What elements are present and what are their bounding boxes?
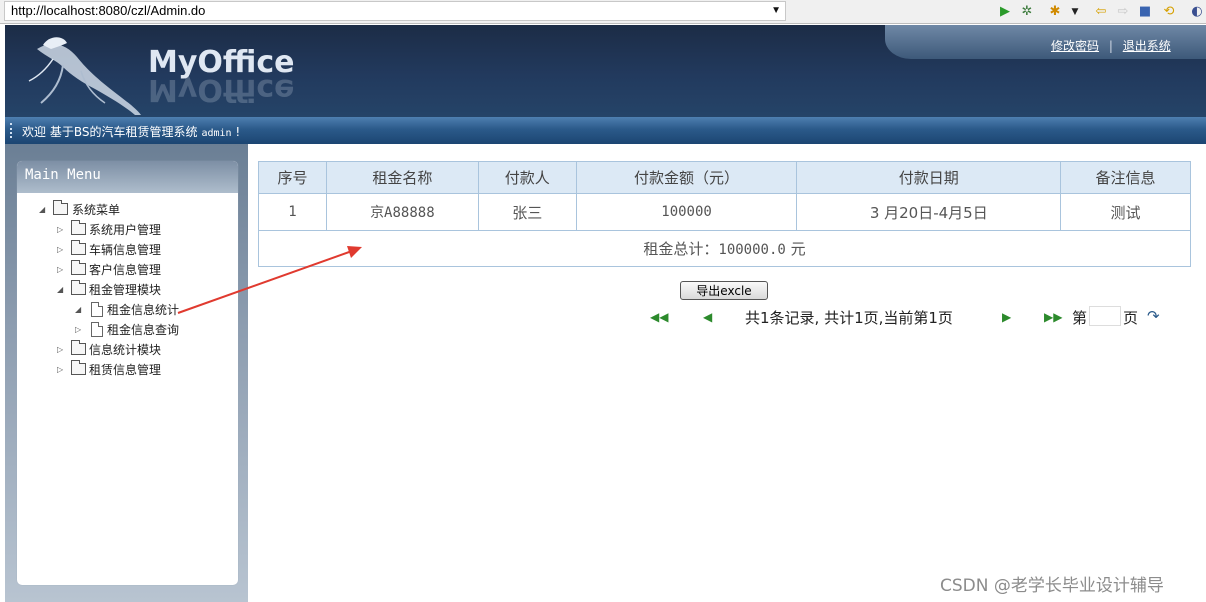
table-row: 1 京A88888 张三 100000 3 月20日-4月5日 测试 [258, 193, 1191, 231]
folder-icon [71, 220, 86, 235]
run-icon[interactable]: ▶ [996, 2, 1014, 22]
folder-icon [71, 240, 86, 255]
watermark: CSDN @老学长毕业设计辅导 [940, 576, 1164, 596]
sidebar-item-label: 客户信息管理 [89, 263, 162, 277]
folder-icon [71, 260, 86, 275]
sidebar-item-label: 信息统计模块 [89, 343, 162, 357]
column-header: 付款人 [477, 161, 577, 194]
sidebar-item-label: 租金信息统计 [107, 303, 180, 317]
browser-toolbar: http://localhost:8080/czl/Admin.do ▼ ▶ ✲… [0, 0, 1206, 24]
table-header-row: 序号 租金名称 付款人 付款金额（元） 付款日期 备注信息 [258, 161, 1191, 194]
cell-date: 3 月20日-4月5日 [796, 193, 1062, 231]
sidebar-item-label: 租赁信息管理 [89, 363, 162, 377]
page-suffix: 页 [1123, 309, 1139, 327]
export-excel-button[interactable]: 导出excle [680, 281, 768, 300]
header-links: 修改密码 | 退出系统 [1051, 37, 1171, 54]
address-bar[interactable]: http://localhost:8080/czl/Admin.do ▼ [4, 1, 786, 21]
document-icon [91, 322, 103, 337]
sidebar-item-label: 车辆信息管理 [89, 243, 162, 257]
page-number-input[interactable] [1089, 306, 1121, 326]
sync-icon[interactable]: ⟲ [1160, 2, 1178, 22]
sidebar-item-label: 系统用户管理 [89, 223, 162, 237]
folder-icon [71, 360, 86, 375]
collapsed-toggle-icon[interactable]: ▷ [57, 341, 67, 359]
previous-page-icon[interactable]: ◀ [703, 310, 712, 324]
expanded-toggle-icon[interactable]: ◢ [75, 301, 85, 319]
stop-icon[interactable]: ■ [1136, 2, 1154, 22]
grip-icon [10, 123, 14, 138]
cell-number: 1 [258, 193, 327, 231]
go-page-icon[interactable]: ↷ [1147, 307, 1160, 325]
cell-name: 京A88888 [325, 193, 479, 231]
total-unit: 元 [790, 240, 806, 258]
eclipse-icon[interactable]: ◐ [1188, 2, 1206, 22]
total-label: 租金总计： [643, 240, 719, 258]
welcome-suffix: ! [235, 125, 241, 139]
expanded-toggle-icon[interactable]: ◢ [57, 281, 67, 299]
column-header: 序号 [258, 161, 327, 194]
main-menu-title: Main Menu [17, 161, 238, 193]
url-dropdown-icon[interactable]: ▼ [771, 3, 781, 19]
url-text: http://localhost:8080/czl/Admin.do [11, 3, 206, 18]
page-prefix: 第 [1072, 309, 1088, 327]
column-header: 付款金额（元） [575, 161, 798, 194]
column-header: 租金名称 [325, 161, 479, 194]
forward-icon[interactable]: ⇨ [1114, 2, 1132, 22]
link-separator: | [1108, 39, 1113, 53]
cell-note: 测试 [1060, 193, 1191, 231]
tree-root-label: 系统菜单 [72, 203, 121, 217]
last-page-icon[interactable]: ▶▶ [1044, 310, 1062, 324]
debug-icon[interactable]: ✲ [1018, 2, 1036, 22]
dropdown-icon[interactable]: ▼ [1066, 2, 1084, 22]
column-header: 付款日期 [796, 161, 1062, 194]
logout-link[interactable]: 退出系统 [1123, 39, 1171, 53]
collapsed-toggle-icon[interactable]: ▷ [57, 221, 67, 239]
rent-table: 序号 租金名称 付款人 付款金额（元） 付款日期 备注信息 1 京A88888 … [258, 161, 1191, 267]
pager-summary: 共1条记录, 共计1页,当前第1页 [745, 309, 953, 327]
cell-payer: 张三 [477, 193, 577, 231]
collapsed-toggle-icon[interactable]: ▷ [75, 321, 85, 339]
header-banner: MyOffice MyOffice 修改密码 | 退出系统 [5, 25, 1206, 118]
next-page-icon[interactable]: ▶ [1002, 310, 1011, 324]
total-row: 租金总计：100000.0 元 [258, 230, 1191, 267]
welcome-user: admin [201, 128, 232, 139]
cell-amount: 100000 [575, 193, 798, 231]
back-icon[interactable]: ⇦ [1092, 2, 1110, 22]
bird-logo-icon [28, 37, 141, 115]
main-menu-panel: Main Menu ◢ 系统菜单 ▷ 系统用户管理 ▷ 车辆信息管理 ▷ 客户信… [17, 161, 238, 585]
welcome-text: 欢迎 基于BS的汽车租赁管理系统 admin ! [22, 123, 240, 140]
document-icon [91, 302, 103, 317]
folder-icon [71, 280, 86, 295]
change-password-link[interactable]: 修改密码 [1051, 39, 1099, 53]
app-logo-reflection: MyOffice [148, 75, 295, 107]
total-value: 100000.0 [718, 242, 786, 258]
collapsed-toggle-icon[interactable]: ▷ [57, 261, 67, 279]
favorite-icon[interactable]: ✱ [1046, 2, 1064, 22]
collapsed-toggle-icon[interactable]: ▷ [57, 241, 67, 259]
welcome-bar: 欢迎 基于BS的汽车租赁管理系统 admin ! [5, 117, 1206, 144]
total-cell: 租金总计：100000.0 元 [258, 230, 1191, 267]
sidebar-item-label: 租金管理模块 [89, 283, 162, 297]
sidebar-item-label: 租金信息查询 [107, 323, 180, 337]
collapsed-toggle-icon[interactable]: ▷ [57, 361, 67, 379]
folder-icon [71, 340, 86, 355]
column-header: 备注信息 [1060, 161, 1191, 194]
folder-icon [53, 200, 68, 215]
expanded-toggle-icon[interactable]: ◢ [39, 201, 49, 219]
first-page-icon[interactable]: ◀◀ [650, 310, 668, 324]
welcome-message: 欢迎 基于BS的汽车租赁管理系统 [22, 125, 198, 139]
